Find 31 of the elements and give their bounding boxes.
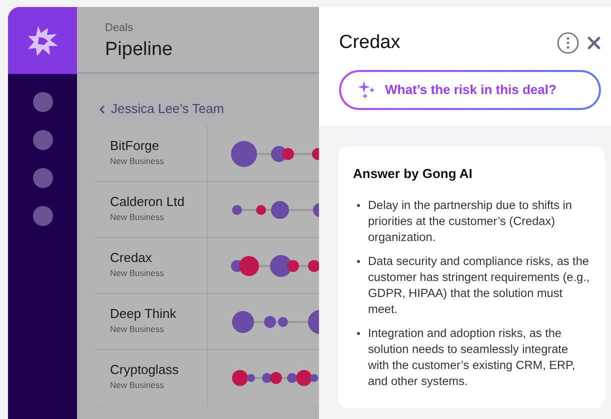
- deal-name[interactable]: Calderon Ltd: [110, 194, 207, 210]
- answer-title: Answer by Gong AI: [353, 164, 474, 183]
- deal-type: New Business: [110, 379, 165, 392]
- deal-type: New Business: [110, 323, 165, 336]
- bullet-icon: [357, 332, 360, 335]
- nav-icon[interactable]: [32, 92, 52, 112]
- ask-ai-button[interactable]: What’s the risk in this deal?: [339, 70, 601, 110]
- panel-title: Credax: [339, 31, 402, 55]
- logo-icon: [26, 24, 60, 58]
- deal-name[interactable]: BitForge: [110, 138, 207, 154]
- nav-icon[interactable]: [32, 206, 52, 226]
- deal-type: New Business: [110, 267, 165, 280]
- answer-point: Integration and adoption risks, as the solution needs to seamlessly integrate with the customer’s existing CRM, ERP, and other systems.: [368, 325, 576, 389]
- deal-type: New Business: [110, 211, 165, 224]
- breadcrumb[interactable]: Deals: [105, 21, 319, 35]
- nav-icon[interactable]: [32, 168, 52, 188]
- bullet-icon: [357, 260, 360, 263]
- sparkles-icon: [357, 80, 377, 100]
- bullet-icon: [357, 204, 360, 207]
- deal-name[interactable]: Deep Think: [110, 306, 207, 322]
- answer-point: Data security and compliance risks, as the customer has stringent requirements (e.g., GDPR, HIPAA) that the solution must meet.: [368, 253, 590, 317]
- team-link[interactable]: Jessica Lee’s Team: [111, 99, 224, 119]
- page-title: Pipeline: [105, 38, 174, 62]
- close-icon[interactable]: [587, 36, 601, 50]
- deal-name[interactable]: Cryptoglass: [110, 362, 207, 378]
- nav-icon[interactable]: [32, 130, 52, 150]
- back-icon[interactable]: [99, 104, 105, 114]
- answer-point: Delay in the partnership due to shifts in priorities at the customer’s (Credax) organization.: [368, 197, 573, 245]
- deal-name[interactable]: Credax: [110, 250, 207, 266]
- deal-type: New Business: [110, 155, 165, 168]
- more-icon[interactable]: [557, 32, 579, 54]
